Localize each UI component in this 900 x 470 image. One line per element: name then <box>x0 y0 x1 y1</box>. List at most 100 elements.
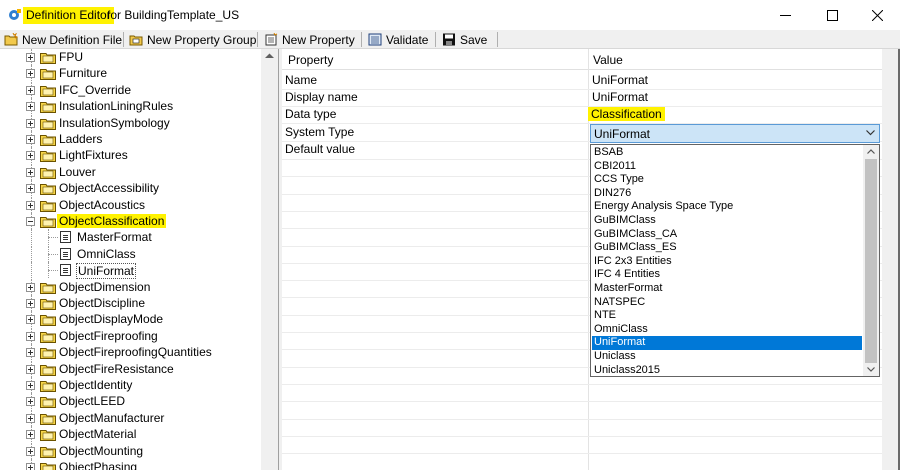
tree-item-label: Ladders <box>59 132 103 146</box>
tree-item[interactable]: LightFixtures <box>0 147 261 164</box>
tree-item[interactable]: ObjectDisplayMode <box>0 311 261 328</box>
expand-icon[interactable] <box>26 135 35 144</box>
tree-item[interactable]: ObjectFireResistance <box>0 360 261 377</box>
data-type-value[interactable]: Classification <box>588 107 665 121</box>
dropdown-option[interactable]: IFC 2x3 Entities <box>592 255 862 269</box>
expand-icon[interactable] <box>26 364 35 374</box>
folder-icon <box>40 133 56 146</box>
maximize-button[interactable] <box>809 0 855 30</box>
tree-item[interactable]: Ladders <box>0 131 261 147</box>
tree-item[interactable]: ObjectFireproofingQuantities <box>0 344 261 361</box>
tree-child-item[interactable]: OmniClass <box>0 245 261 262</box>
tree-item[interactable]: ObjectAccessibility <box>0 180 261 197</box>
tree-scrollbar[interactable] <box>261 49 278 470</box>
tree-item[interactable]: ObjectIdentity <box>0 377 261 393</box>
dropdown-option[interactable]: GuBIMClass <box>592 214 862 228</box>
property-column-header[interactable]: Property <box>288 53 333 67</box>
expand-icon[interactable] <box>26 463 35 470</box>
expand-icon[interactable] <box>26 446 35 456</box>
dropdown-option[interactable]: Uniclass <box>592 350 862 364</box>
tree-item-label: FPU <box>59 50 83 64</box>
dropdown-option[interactable]: MasterFormat <box>592 282 862 296</box>
dropdown-option[interactable]: GuBIMClass_ES <box>592 241 862 255</box>
scroll-up-icon[interactable] <box>265 53 274 59</box>
new-definition-file-button[interactable]: New Definition File <box>4 31 122 48</box>
tree-item-label: ObjectDisplayMode <box>59 312 164 327</box>
dropdown-option[interactable]: IFC 4 Entities <box>592 268 862 282</box>
tree-item[interactable]: InsulationSymbology <box>0 114 261 131</box>
dropdown-option[interactable]: CBI2011 <box>592 160 862 174</box>
tree-item-label: LightFixtures <box>59 148 128 163</box>
minimize-button[interactable] <box>762 0 808 30</box>
tree-item[interactable]: Furniture <box>0 65 261 82</box>
dropdown-scrollbar[interactable] <box>863 145 879 376</box>
expand-icon[interactable] <box>26 331 35 341</box>
expand-icon[interactable] <box>26 167 35 177</box>
tree-item[interactable]: ObjectLEED <box>0 393 261 410</box>
expand-icon[interactable] <box>26 299 35 308</box>
dropdown-option[interactable]: Energy Analysis Space Type <box>592 200 862 214</box>
expand-icon[interactable] <box>26 118 35 128</box>
dropdown-option[interactable]: OmniClass <box>592 323 862 337</box>
dropdown-option[interactable]: NATSPEC <box>592 296 862 310</box>
new-property-button[interactable]: New Property <box>264 31 355 48</box>
tree-item[interactable]: ObjectMaterial <box>0 426 261 443</box>
dropdown-option[interactable]: NTE <box>592 309 862 323</box>
expand-icon[interactable] <box>26 200 35 210</box>
expand-icon[interactable] <box>26 151 35 161</box>
tree-item[interactable]: ObjectManufacturer <box>0 409 261 426</box>
tree-item[interactable]: FPU <box>0 49 261 65</box>
dropdown-option[interactable]: UniFormat <box>592 336 862 350</box>
expand-icon[interactable] <box>26 430 35 440</box>
system-type-combobox[interactable]: UniFormat <box>590 124 880 143</box>
dropdown-option[interactable]: GuBIMClass_CA <box>592 228 862 242</box>
expand-icon[interactable] <box>26 282 35 292</box>
expand-icon[interactable] <box>26 413 35 423</box>
row-divider <box>282 401 882 403</box>
expand-icon[interactable] <box>26 102 35 112</box>
tree-child-item[interactable]: UniFormat <box>0 262 261 280</box>
expand-icon[interactable] <box>26 69 35 79</box>
tree-item[interactable]: ObjectDimension <box>0 278 261 295</box>
tree-item[interactable]: IFC_Override <box>0 81 261 98</box>
save-button[interactable]: Save <box>442 31 487 48</box>
expand-icon[interactable] <box>26 315 35 325</box>
tree-item[interactable]: Louver <box>0 163 261 180</box>
expand-icon[interactable] <box>26 397 35 407</box>
tree-item[interactable]: InsulationLiningRules <box>0 98 261 115</box>
tree-item[interactable]: ObjectDiscipline <box>0 295 261 311</box>
new-group-icon <box>129 35 143 46</box>
expand-icon[interactable] <box>26 184 35 194</box>
window-title-highlighted: Definition Editor <box>23 7 114 24</box>
display-name-value[interactable]: UniFormat <box>592 90 648 104</box>
expand-icon[interactable] <box>26 85 35 95</box>
folder-icon <box>40 67 56 81</box>
tree-item[interactable]: ObjectClassification <box>0 213 261 229</box>
validate-button[interactable]: Validate <box>368 31 428 48</box>
data-type-label: Data type <box>285 107 337 121</box>
expand-icon[interactable] <box>26 381 35 390</box>
tree-item[interactable]: ObjectPhasing <box>0 459 261 470</box>
dropdown-option[interactable]: DIN276 <box>592 187 862 201</box>
collapse-icon[interactable] <box>26 217 35 226</box>
dropdown-option[interactable]: BSAB <box>592 146 862 160</box>
expand-icon[interactable] <box>26 53 35 62</box>
scroll-down-icon[interactable] <box>867 367 875 372</box>
tree-child-item[interactable]: MasterFormat <box>0 229 261 246</box>
chevron-down-icon[interactable] <box>866 130 875 136</box>
new-property-group-button[interactable]: New Property Group <box>129 31 256 48</box>
folder-icon <box>40 428 56 442</box>
system-type-dropdown-list[interactable]: BSAB CBI2011 CCS Type DIN276 Energy Analysis… <box>590 144 880 377</box>
value-column-header[interactable]: Value <box>593 53 623 67</box>
tree-item[interactable]: ObjectFireproofing <box>0 327 261 344</box>
definition-tree[interactable]: FPU Furniture IFC_Override InsulationLining… <box>0 49 278 470</box>
tree-item[interactable]: ObjectMounting <box>0 442 261 459</box>
dropdown-option[interactable]: CCS Type <box>592 173 862 187</box>
close-button[interactable] <box>854 0 900 30</box>
property-name-value[interactable]: UniFormat <box>592 73 648 87</box>
scroll-up-icon[interactable] <box>867 149 875 154</box>
scroll-thumb[interactable] <box>865 159 877 363</box>
expand-icon[interactable] <box>26 348 35 358</box>
dropdown-option[interactable]: Uniclass2015 <box>592 364 862 378</box>
tree-item[interactable]: ObjectAcoustics <box>0 196 261 213</box>
